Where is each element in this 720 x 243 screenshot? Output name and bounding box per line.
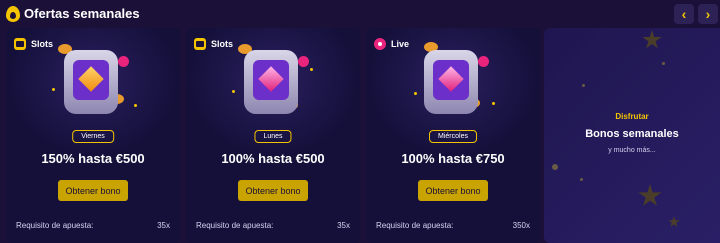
slot-machine-icon bbox=[14, 38, 26, 50]
slot-machine-illustration bbox=[244, 50, 298, 114]
get-bonus-button[interactable]: Obtener bono bbox=[418, 180, 488, 201]
lever-icon bbox=[478, 56, 489, 67]
star-icon bbox=[668, 216, 680, 227]
slot-machine-illustration bbox=[424, 50, 478, 114]
day-badge: Lunes bbox=[254, 130, 292, 143]
offer-text: 150% hasta €500 bbox=[41, 151, 145, 166]
lever-icon bbox=[298, 56, 309, 67]
prev-button[interactable]: ‹ bbox=[674, 4, 694, 24]
offer-card-1: Slots Viernes 150% hasta €500 Obtener bo… bbox=[6, 28, 180, 243]
flame-icon bbox=[6, 6, 20, 22]
pink-gem-icon bbox=[438, 66, 464, 92]
offer-card-3: Live Miércoles 100% hasta €750 Obtener b… bbox=[366, 28, 540, 243]
promo-title: Bonos semanales bbox=[585, 128, 679, 140]
lever-icon bbox=[118, 56, 129, 67]
pink-gem-icon bbox=[258, 66, 284, 92]
promo-tag: Disfrutar bbox=[615, 112, 649, 121]
slot-machine-illustration bbox=[64, 50, 118, 114]
star-icon bbox=[642, 30, 662, 49]
offer-text: 100% hasta €500 bbox=[221, 151, 325, 166]
next-button[interactable]: › bbox=[698, 4, 718, 24]
promo-subtitle: y mucho más... bbox=[608, 147, 656, 154]
get-bonus-button[interactable]: Obtener bono bbox=[238, 180, 308, 201]
live-icon bbox=[374, 38, 386, 50]
card-category: Slots bbox=[194, 38, 233, 50]
get-bonus-button[interactable]: Obtener bono bbox=[58, 180, 128, 201]
section-header: Ofertas semanales ‹ › bbox=[0, 0, 720, 28]
section-title: Ofertas semanales bbox=[24, 6, 140, 21]
orange-gem-icon bbox=[78, 66, 104, 92]
wagering-requirement: Requisito de apuesta: 35x bbox=[16, 221, 170, 230]
day-badge: Miércoles bbox=[429, 130, 477, 143]
slot-machine-icon bbox=[194, 38, 206, 50]
card-category: Slots bbox=[14, 38, 53, 50]
offer-card-2: Slots Lunes 100% hasta €500 Obtener bono… bbox=[186, 28, 360, 243]
weekly-bonus-promo[interactable]: Disfrutar Bonos semanales y mucho más... bbox=[544, 28, 720, 243]
star-icon bbox=[638, 184, 662, 206]
offer-text: 100% hasta €750 bbox=[401, 151, 505, 166]
wagering-requirement: Requisito de apuesta: 35x bbox=[196, 221, 350, 230]
wagering-requirement: Requisito de apuesta: 350x bbox=[376, 221, 530, 230]
day-badge: Viernes bbox=[72, 130, 114, 143]
card-category: Live bbox=[374, 38, 409, 50]
